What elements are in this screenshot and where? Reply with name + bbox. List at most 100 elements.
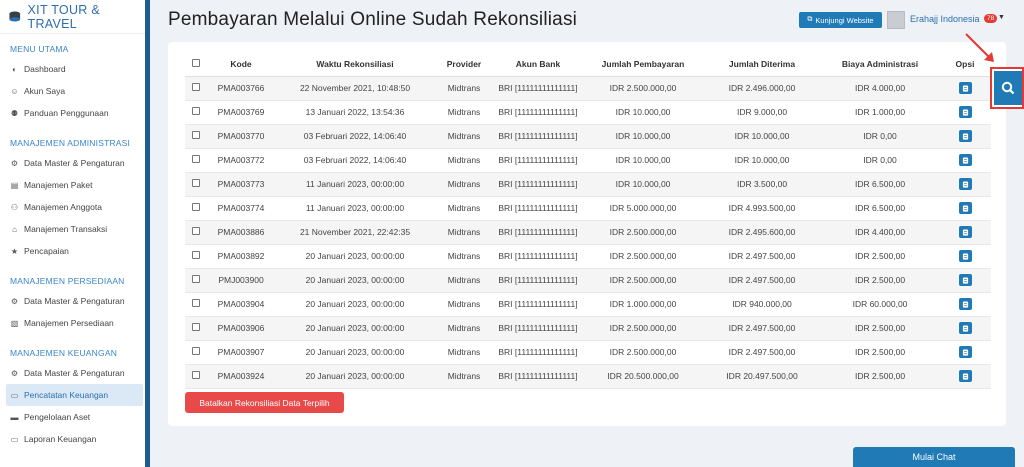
- row-options-cell: [939, 196, 991, 221]
- cell-akun-bank: BRI [11111111111111]: [493, 364, 583, 389]
- table-row: PMA003924 20 Januari 2023, 00:00:00 Midtra…: [185, 364, 991, 389]
- brand[interactable]: XIT TOUR & TRAVEL: [0, 0, 149, 34]
- detail-button[interactable]: [958, 370, 972, 382]
- row-checkbox[interactable]: [192, 155, 200, 163]
- row-checkbox[interactable]: [192, 179, 200, 187]
- detail-button[interactable]: [958, 202, 972, 214]
- detail-button[interactable]: [958, 178, 972, 190]
- row-select-cell: [185, 76, 207, 101]
- detail-button[interactable]: [958, 250, 972, 262]
- sidebar-item-0-1[interactable]: ☺ Akun Saya: [0, 80, 149, 102]
- row-select-cell: [185, 340, 207, 365]
- row-checkbox[interactable]: [192, 227, 200, 235]
- sidebar-item-label: Laporan Keuangan: [24, 434, 97, 444]
- users-icon: ⚇: [10, 202, 19, 212]
- sidebar-item-2-1[interactable]: ▧ Manajemen Persediaan: [0, 312, 149, 334]
- book-icon: ▤: [10, 180, 19, 190]
- cell-biaya-admin: IDR 60.000,00: [821, 292, 939, 317]
- visit-website-button[interactable]: ⧉ Kunjungi Website: [799, 12, 882, 28]
- cell-biaya-admin: IDR 2.500,00: [821, 268, 939, 293]
- row-checkbox[interactable]: [192, 203, 200, 211]
- book-icon: [962, 348, 968, 356]
- sidebar: XIT TOUR & TRAVEL MENU UTAMA ◐ Dashboard ☺ A…: [0, 0, 150, 467]
- row-checkbox[interactable]: [192, 275, 200, 283]
- sidebar-item-3-1[interactable]: ▭ Pencatatan Keuangan: [6, 384, 143, 406]
- sidebar-item-3-2[interactable]: ▬ Pengelolaan Aset: [0, 406, 149, 428]
- row-checkbox[interactable]: [192, 83, 200, 91]
- cell-jumlah-diterima: IDR 2.496.000,00: [703, 76, 821, 101]
- menu-section-1: MANAJEMEN ADMINISTRASI: [10, 138, 131, 148]
- detail-button[interactable]: [958, 298, 972, 310]
- avatar[interactable]: [887, 11, 905, 29]
- table-row: PMA003892 20 Januari 2023, 00:00:00 Midtra…: [185, 244, 991, 269]
- row-checkbox[interactable]: [192, 251, 200, 259]
- user-name[interactable]: Erahajj Indonesia: [910, 14, 980, 24]
- row-checkbox[interactable]: [192, 347, 200, 355]
- chevron-down-icon[interactable]: ▼: [998, 14, 1005, 21]
- row-checkbox[interactable]: [192, 371, 200, 379]
- cell-waktu: 20 Januari 2023, 00:00:00: [275, 244, 435, 269]
- sidebar-item-2-0[interactable]: ⚙ Data Master & Pengaturan: [0, 290, 149, 312]
- detail-button[interactable]: [958, 322, 972, 334]
- table-row: PMA003904 20 Januari 2023, 00:00:00 Midtra…: [185, 292, 991, 317]
- sidebar-item-3-0[interactable]: ⚙ Data Master & Pengaturan: [0, 362, 149, 384]
- book-icon: [962, 300, 968, 308]
- detail-button[interactable]: [958, 130, 972, 142]
- cell-waktu: 20 Januari 2023, 00:00:00: [275, 340, 435, 365]
- row-options-cell: [939, 148, 991, 173]
- detail-button[interactable]: [958, 82, 972, 94]
- detail-button[interactable]: [958, 346, 972, 358]
- cell-waktu: 11 Januari 2023, 00:00:00: [275, 196, 435, 221]
- sidebar-item-1-3[interactable]: ⌂ Manajemen Transaksi: [0, 218, 149, 240]
- sidebar-item-0-0[interactable]: ◐ Dashboard: [0, 58, 149, 80]
- arrow-icon: [965, 33, 994, 62]
- cell-provider: Midtrans: [435, 244, 493, 269]
- row-checkbox[interactable]: [192, 107, 200, 115]
- cell-kode: PMA003766: [207, 76, 275, 101]
- gears-icon: ⚙: [10, 368, 19, 378]
- money-icon: ▭: [10, 390, 19, 400]
- header-akun-bank: Akun Bank: [493, 53, 583, 77]
- sidebar-scrollbar[interactable]: [145, 0, 150, 467]
- cell-biaya-admin: IDR 0,00: [821, 148, 939, 173]
- sidebar-item-1-0[interactable]: ⚙ Data Master & Pengaturan: [0, 152, 149, 174]
- row-options-cell: [939, 340, 991, 365]
- sidebar-item-0-2[interactable]: ⚉ Panduan Penggunaan: [0, 102, 149, 124]
- cancel-reconciliation-button[interactable]: Batalkan Rekonsiliasi Data Terpilih: [185, 392, 344, 413]
- sidebar-item-1-1[interactable]: ▤ Manajemen Paket: [0, 174, 149, 196]
- detail-button[interactable]: [958, 154, 972, 166]
- header-kode: Kode: [207, 53, 275, 77]
- sidebar-item-1-4[interactable]: ★ Pencapaian: [0, 240, 149, 262]
- cell-jumlah-diterima: IDR 4.993.500,00: [703, 196, 821, 221]
- table-row: PMA003907 20 Januari 2023, 00:00:00 Midtra…: [185, 340, 991, 365]
- notification-badge[interactable]: 78: [984, 14, 998, 23]
- row-checkbox[interactable]: [192, 299, 200, 307]
- cell-jumlah-pembayaran: IDR 2.500.000,00: [583, 244, 703, 269]
- cell-akun-bank: BRI [11111111111111]: [493, 340, 583, 365]
- sidebar-item-label: Manajemen Persediaan: [24, 318, 114, 328]
- cell-biaya-admin: IDR 4.400,00: [821, 220, 939, 245]
- select-all-checkbox[interactable]: [192, 59, 200, 68]
- row-checkbox[interactable]: [192, 323, 200, 331]
- table-row: PMA003906 20 Januari 2023, 00:00:00 Midtra…: [185, 316, 991, 341]
- cell-waktu: 03 Februari 2022, 14:06:40: [275, 148, 435, 173]
- row-select-cell: [185, 316, 207, 341]
- table-row: PMA003773 11 Januari 2023, 00:00:00 Midtra…: [185, 172, 991, 197]
- sidebar-item-1-2[interactable]: ⚇ Manajemen Anggota: [0, 196, 149, 218]
- detail-button[interactable]: [958, 226, 972, 238]
- book-icon: [962, 252, 968, 260]
- table-row: PMJ003900 20 Januari 2023, 00:00:00 Midtra…: [185, 268, 991, 293]
- detail-button[interactable]: [958, 106, 972, 118]
- sidebar-item-3-3[interactable]: ▭ Laporan Keuangan: [0, 428, 149, 450]
- table-header-row: Kode Waktu Rekonsiliasi Provider Akun Ba…: [185, 53, 991, 77]
- cell-waktu: 11 Januari 2023, 00:00:00: [275, 172, 435, 197]
- cell-provider: Midtrans: [435, 172, 493, 197]
- start-chat-button[interactable]: Mulai Chat: [853, 447, 1015, 467]
- detail-button[interactable]: [958, 274, 972, 286]
- row-checkbox[interactable]: [192, 131, 200, 139]
- cell-jumlah-pembayaran: IDR 2.500.000,00: [583, 316, 703, 341]
- sidebar-item-label: Manajemen Transaksi: [24, 224, 108, 234]
- sidebar-item-label: Panduan Penggunaan: [24, 108, 109, 118]
- search-button[interactable]: [994, 71, 1022, 105]
- cell-provider: Midtrans: [435, 220, 493, 245]
